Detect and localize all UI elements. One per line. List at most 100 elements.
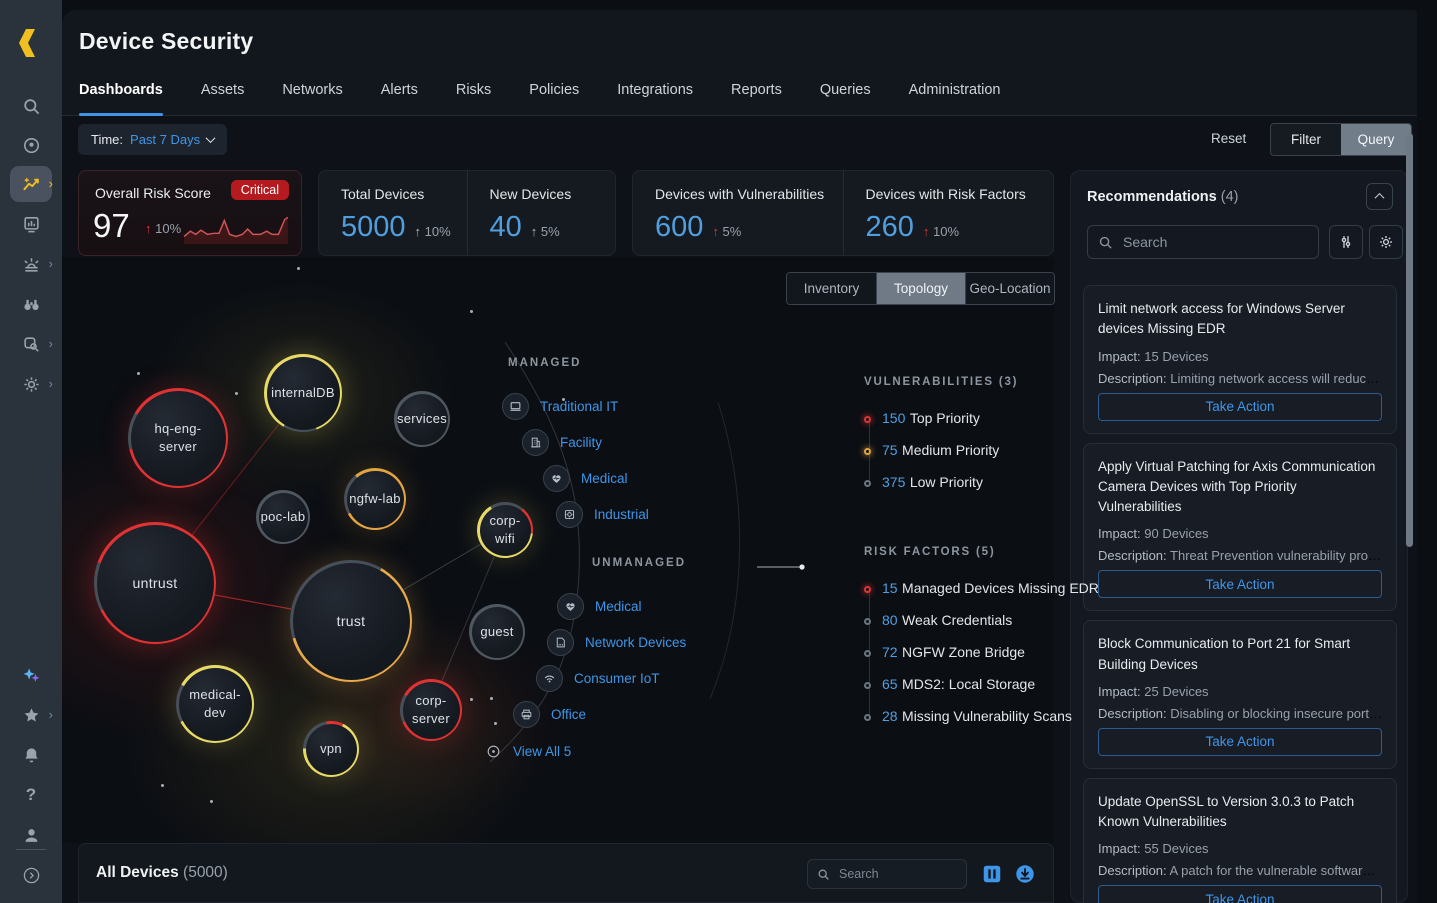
sidebar-item-ai-assistant[interactable]	[10, 657, 52, 693]
status-dot-icon	[864, 618, 871, 625]
take-action-button[interactable]: Take Action	[1098, 728, 1382, 756]
filter-button[interactable]: Filter	[1271, 124, 1341, 155]
list-item-missing-vulnerability-scans[interactable]: 28 Missing Vulnerability Scans	[864, 701, 1124, 733]
sidebar-item-reports[interactable]	[10, 206, 52, 242]
take-action-button[interactable]: Take Action	[1098, 393, 1382, 421]
topology-node-ngfw-lab[interactable]: ngfw-lab	[344, 468, 406, 530]
vulnerabilities-section: VULNERABILITIES (3) 150 Top Priority75 M…	[864, 376, 1124, 499]
topology-node-corp-wifi[interactable]: corp-wifi	[477, 502, 533, 558]
vulnerabilities-header: VULNERABILITIES (3)	[864, 376, 1124, 388]
view-toggle-inventory[interactable]: Inventory	[787, 273, 876, 304]
node-label: corp-wifi	[480, 512, 531, 547]
columns-icon	[981, 863, 1003, 885]
scatter-dot	[161, 784, 164, 787]
topology-node-vpn[interactable]: vpn	[303, 721, 359, 777]
sidebar-item-dashboards[interactable]: ›	[10, 166, 52, 202]
tab-administration[interactable]: Administration	[909, 79, 1001, 116]
tab-dashboards[interactable]: Dashboards	[79, 79, 163, 116]
sidebar-item-policies[interactable]: ›	[10, 326, 52, 362]
tab-assets[interactable]: Assets	[201, 79, 245, 116]
topology-node-untrust[interactable]: untrust	[94, 522, 216, 644]
sidebar-item-settings[interactable]: ›	[10, 366, 52, 402]
tab-reports[interactable]: Reports	[731, 79, 782, 116]
netcard-icon	[547, 629, 574, 656]
sidebar-item-alerts[interactable]: ›	[10, 246, 52, 282]
view-toggle-topology[interactable]: Topology	[876, 273, 965, 304]
recommendation-impact: Impact: 15 Devices	[1098, 349, 1382, 364]
node-label: medical-dev	[179, 686, 252, 721]
device-group-network-devices[interactable]: Network Devices	[547, 629, 686, 656]
tab-integrations[interactable]: Integrations	[617, 79, 693, 116]
topology-node-medical-dev[interactable]: medical-dev	[176, 665, 254, 743]
tab-risks[interactable]: Risks	[456, 79, 491, 116]
device-group-facility[interactable]: Facility	[522, 429, 602, 456]
kpi-value: 600	[655, 211, 703, 244]
list-item-medium-priority[interactable]: 75 Medium Priority	[864, 435, 1124, 467]
list-item-weak-credentials[interactable]: 80 Weak Credentials	[864, 605, 1124, 637]
reset-button[interactable]: Reset	[1211, 131, 1246, 146]
filter-query-group: Filter Query	[1270, 123, 1412, 156]
sidebar-item-user[interactable]	[10, 817, 52, 853]
topology-node-trust[interactable]: trust	[290, 560, 412, 682]
time-range-dropdown[interactable]: Time: Past 7 Days	[78, 124, 227, 155]
scatter-dot	[470, 698, 473, 701]
node-label: trust	[337, 612, 366, 631]
sidebar-item-search[interactable]	[10, 88, 52, 124]
list-item-top-priority[interactable]: 150 Top Priority	[864, 403, 1124, 435]
kpi-value: 260	[866, 211, 914, 244]
take-action-button[interactable]: Take Action	[1098, 885, 1382, 903]
device-group-medical[interactable]: Medical	[557, 593, 642, 620]
notifications-icon	[22, 746, 41, 765]
topology-node-corp-server[interactable]: corp- server	[400, 679, 462, 741]
topology-node-guest[interactable]: guest	[469, 604, 525, 660]
take-action-button[interactable]: Take Action	[1098, 570, 1382, 598]
chevron-right-icon: ›	[49, 707, 53, 722]
sidebar-item-collapse[interactable]	[10, 857, 52, 893]
recommendations-scrollbar[interactable]	[1406, 133, 1413, 547]
list-item-low-priority[interactable]: 375 Low Priority	[864, 467, 1124, 499]
device-group-medical[interactable]: Medical	[543, 465, 628, 492]
topology-node-poc-lab[interactable]: poc-lab	[256, 490, 310, 544]
tab-alerts[interactable]: Alerts	[381, 79, 418, 116]
kpi-delta: ↑ 5%	[531, 224, 560, 239]
chevron-down-icon	[206, 133, 216, 143]
sidebar-item-risks[interactable]	[10, 286, 52, 322]
sidebar-item-help[interactable]: ?	[10, 777, 52, 813]
recommendation-description: Description: A patch for the vulnerable …	[1098, 863, 1382, 878]
settings-button[interactable]	[1369, 225, 1403, 259]
sidebar-item-discover[interactable]	[10, 127, 52, 163]
column-settings-button[interactable]	[981, 863, 1003, 885]
tab-networks[interactable]: Networks	[282, 79, 342, 116]
status-dot-icon	[864, 480, 871, 487]
device-group-industrial[interactable]: Industrial	[556, 501, 649, 528]
sidebar-item-favorites[interactable]: ›	[10, 697, 52, 733]
topology-node-hq-eng-server[interactable]: hq-eng- server	[128, 388, 228, 488]
node-body: untrust	[97, 525, 214, 642]
device-group-office[interactable]: Office	[513, 701, 586, 728]
devices-kpi-card: Total Devices5000↑ 10%New Devices40↑ 5%	[318, 170, 616, 256]
list-item-managed-devices-missing-edr[interactable]: 15 Managed Devices Missing EDR	[864, 573, 1124, 605]
tab-queries[interactable]: Queries	[820, 79, 871, 116]
download-icon	[1014, 863, 1036, 885]
recommendation-impact: Impact: 90 Devices	[1098, 526, 1382, 541]
list-item-mds2-local-storage[interactable]: 65 MDS2: Local Storage	[864, 669, 1124, 701]
topology-node-services[interactable]: services	[394, 391, 450, 447]
query-button[interactable]: Query	[1341, 124, 1411, 155]
device-group-consumer-iot[interactable]: Consumer IoT	[536, 665, 660, 692]
download-button[interactable]	[1014, 863, 1036, 885]
collapse-panel-button[interactable]	[1366, 183, 1393, 210]
recommendations-search-input[interactable]	[1121, 233, 1308, 251]
view-toggle-geo-location[interactable]: Geo-Location	[965, 273, 1054, 304]
devices-search-input[interactable]	[837, 866, 957, 882]
device-group-view-all-5[interactable]: View All 5	[484, 742, 571, 760]
chevron-right-icon: ›	[49, 176, 53, 191]
sort-filter-button[interactable]	[1329, 225, 1363, 259]
topology-node-internalDB[interactable]: internalDB	[264, 354, 342, 432]
sidebar-item-notifications[interactable]	[10, 737, 52, 773]
item-label: Weak Credentials	[902, 612, 1012, 628]
node-body: corp- server	[403, 682, 460, 739]
list-item-ngfw-zone-bridge[interactable]: 72 NGFW Zone Bridge	[864, 637, 1124, 669]
tab-policies[interactable]: Policies	[529, 79, 579, 116]
device-group-traditional-it[interactable]: Traditional IT	[502, 393, 618, 420]
recommendation-impact: Impact: 25 Devices	[1098, 684, 1382, 699]
